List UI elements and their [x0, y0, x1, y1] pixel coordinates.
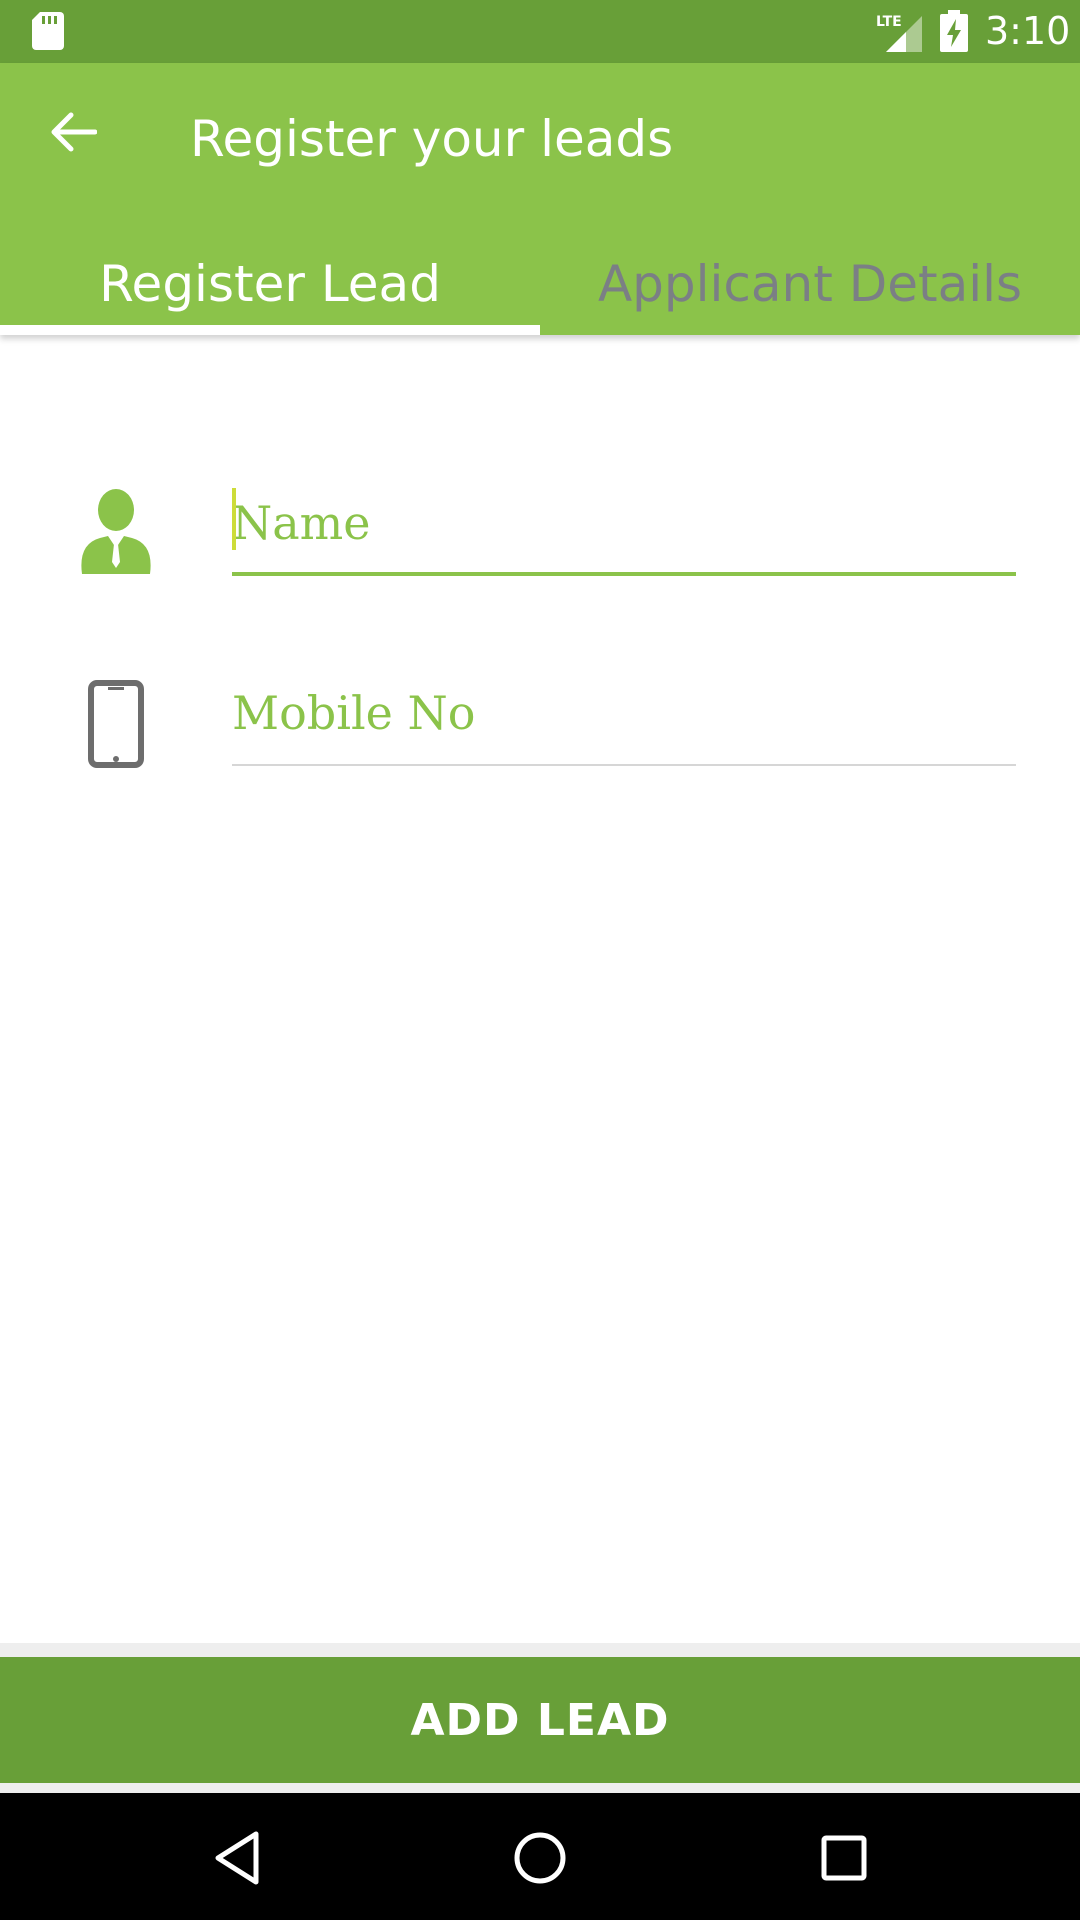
phone-icon — [88, 680, 144, 768]
nav-home-button[interactable] — [505, 1823, 575, 1893]
navigation-bar — [0, 1793, 1080, 1920]
status-bar: LTE 3:10 — [0, 0, 1080, 63]
tab-applicant-details[interactable]: Applicant Details — [540, 233, 1080, 335]
status-clock: 3:10 — [985, 9, 1071, 53]
tab-indicator — [0, 325, 540, 335]
tab-register-lead[interactable]: Register Lead — [0, 233, 540, 335]
screen: LTE 3:10 Register your leads Register Le… — [0, 0, 1080, 1920]
svg-text:LTE: LTE — [876, 14, 902, 30]
name-underline — [232, 572, 1016, 576]
tab-bar: Register Lead Applicant Details — [0, 233, 1080, 335]
add-lead-button[interactable]: ADD LEAD — [0, 1657, 1080, 1783]
text-cursor — [232, 488, 236, 550]
circle-home-icon — [514, 1832, 566, 1884]
nav-recents-button[interactable] — [809, 1823, 879, 1893]
signal-lte-icon: LTE — [876, 14, 922, 52]
name-row — [0, 478, 1080, 588]
square-recents-icon — [821, 1835, 867, 1881]
battery-charging-icon — [940, 10, 968, 52]
back-button[interactable] — [40, 107, 106, 157]
app-bar: Register your leads Register Lead Applic… — [0, 63, 1080, 335]
mobile-input[interactable] — [232, 678, 1016, 748]
arrow-back-icon — [51, 112, 97, 152]
triangle-back-icon — [215, 1831, 259, 1885]
mobile-row — [0, 668, 1080, 778]
mobile-underline — [232, 764, 1016, 766]
person-icon — [81, 489, 151, 574]
sd-card-icon — [32, 12, 64, 50]
nav-back-button[interactable] — [202, 1823, 272, 1893]
page-title: Register your leads — [190, 110, 674, 168]
name-input[interactable] — [232, 488, 1016, 558]
